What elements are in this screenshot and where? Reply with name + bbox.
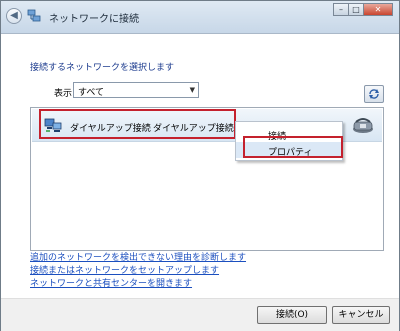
cancel-button[interactable]: キャンセル	[332, 306, 390, 324]
connect-to-network-window: ◀ ネットワークに接続 – □ ✕ 接続するネットワークを選択します 表示 すべ…	[0, 0, 400, 331]
back-arrow-icon[interactable]: ◀	[6, 8, 22, 24]
setup-connection-link[interactable]: 接続またはネットワークをセットアップします	[30, 265, 246, 277]
show-filter-value: すべて	[78, 88, 105, 98]
minimize-button[interactable]: –	[333, 3, 349, 16]
properties-highlight-box	[243, 136, 343, 158]
diagnose-link[interactable]: 追加のネットワークを検出できない理由を診断します	[30, 252, 246, 264]
show-filter-label: 表示	[54, 89, 73, 99]
connection-highlight-box	[39, 109, 236, 139]
close-button[interactable]: ✕	[363, 3, 393, 16]
instruction-text: 接続するネットワークを選択します	[30, 63, 175, 73]
main-content: 接続するネットワークを選択します 表示 すべて ▼ ダイヤルアップ接続 ダイヤル…	[1, 34, 399, 298]
chevron-down-icon: ▼	[189, 86, 195, 94]
task-links: 追加のネットワークを検出できない理由を診断します 接続またはネットワークをセット…	[30, 252, 246, 291]
network-icon	[27, 9, 41, 22]
button-bar: 接続(O) キャンセル	[1, 298, 399, 331]
window-controls: – □ ✕	[333, 3, 393, 17]
maximize-button[interactable]: □	[348, 3, 364, 16]
refresh-icon	[369, 89, 379, 99]
network-list: ダイヤルアップ接続 ダイヤルアップ接続 接続 プロパティ	[30, 107, 384, 251]
network-sharing-center-link[interactable]: ネットワークと共有センターを開きます	[30, 278, 246, 290]
refresh-button[interactable]	[364, 85, 384, 103]
title-bar: ◀ ネットワークに接続 – □ ✕	[1, 1, 399, 34]
connect-button[interactable]: 接続(O)	[257, 306, 327, 324]
modem-phone-icon	[353, 118, 373, 133]
window-title: ネットワークに接続	[49, 14, 139, 25]
show-filter-dropdown[interactable]: すべて ▼	[73, 82, 199, 98]
